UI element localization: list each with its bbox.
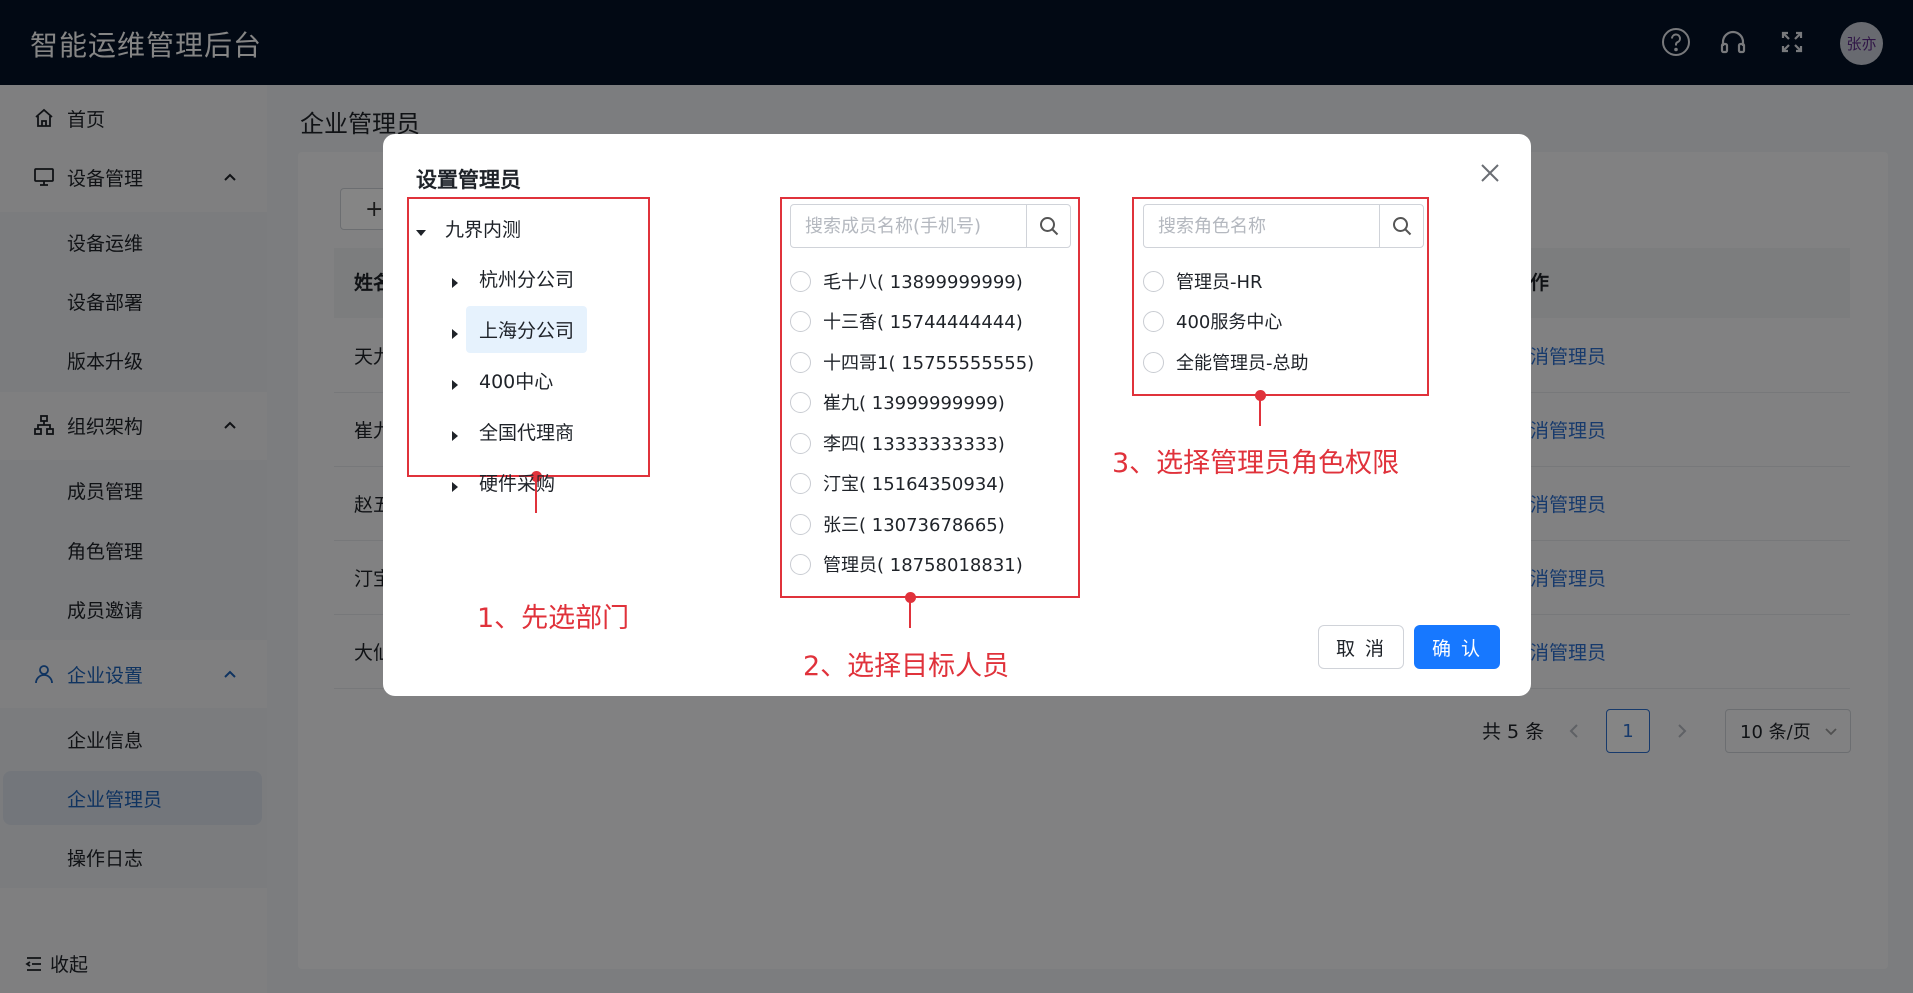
set-admin-dialog: 设置管理员 1、先选部门 九界内测 杭州分公司 上海分公司 400中心 全国代理… [383, 134, 1531, 696]
role-option[interactable]: 全能管理员-总助 [1143, 347, 1309, 377]
radio-button[interactable] [790, 351, 811, 373]
annotation-step3: 3、选择管理员角色权限 [1112, 448, 1400, 479]
tree-node-shanghai[interactable]: 上海分公司 [449, 305, 588, 353]
search-icon[interactable] [1379, 205, 1423, 247]
tree-node-400-center[interactable]: 400中心 [449, 358, 566, 402]
annotation-step1: 1、先选部门 [477, 603, 630, 634]
caret-right-icon[interactable] [449, 374, 461, 390]
radio-button[interactable] [790, 553, 811, 575]
radio-button[interactable] [790, 432, 811, 454]
tree-node-root[interactable]: 九界内测 [415, 206, 534, 250]
caret-right-icon[interactable] [449, 425, 461, 441]
annotation-stem [1259, 396, 1261, 426]
tree-node-hardware-purchase[interactable]: 硬件采购 [449, 460, 568, 504]
tree-node-hangzhou[interactable]: 杭州分公司 [449, 256, 587, 300]
caret-down-icon[interactable] [415, 222, 427, 236]
role-option[interactable]: 400服务中心 [1143, 306, 1282, 336]
member-option[interactable]: 崔九( 13999999999) [790, 387, 1005, 417]
confirm-button[interactable]: 确 认 [1414, 625, 1500, 669]
member-option[interactable]: 张三( 13073678665) [790, 509, 1005, 539]
member-option[interactable]: 十三香( 15744444444) [790, 306, 1023, 336]
member-option[interactable]: 李四( 13333333333) [790, 428, 1005, 458]
search-icon[interactable] [1026, 205, 1070, 247]
caret-right-icon[interactable] [449, 476, 461, 492]
role-option[interactable]: 管理员-HR [1143, 266, 1263, 296]
radio-button[interactable] [790, 513, 811, 535]
caret-right-icon[interactable] [449, 323, 461, 339]
annotation-stem [909, 598, 911, 628]
role-search [1143, 204, 1424, 248]
member-option[interactable]: 毛十八( 13899999999) [790, 266, 1023, 296]
role-search-input[interactable] [1144, 205, 1379, 247]
member-option[interactable]: 十四哥1( 15755555555) [790, 347, 1034, 377]
radio-button[interactable] [790, 310, 811, 332]
close-icon[interactable] [1479, 162, 1501, 184]
member-option[interactable]: 管理员( 18758018831) [790, 549, 1023, 579]
cancel-button[interactable]: 取 消 [1318, 625, 1404, 669]
radio-button[interactable] [1143, 270, 1164, 292]
radio-button[interactable] [790, 391, 811, 413]
radio-button[interactable] [1143, 351, 1164, 373]
radio-button[interactable] [790, 472, 811, 494]
caret-right-icon[interactable] [449, 272, 461, 288]
annotation-step2: 2、选择目标人员 [803, 651, 1010, 682]
dialog-title: 设置管理员 [416, 168, 521, 192]
member-search [790, 204, 1071, 248]
member-search-input[interactable] [791, 205, 1026, 247]
radio-button[interactable] [1143, 310, 1164, 332]
radio-button[interactable] [790, 270, 811, 292]
tree-node-national-agent[interactable]: 全国代理商 [449, 409, 587, 453]
member-option[interactable]: 汀宝( 15164350934) [790, 468, 1005, 498]
